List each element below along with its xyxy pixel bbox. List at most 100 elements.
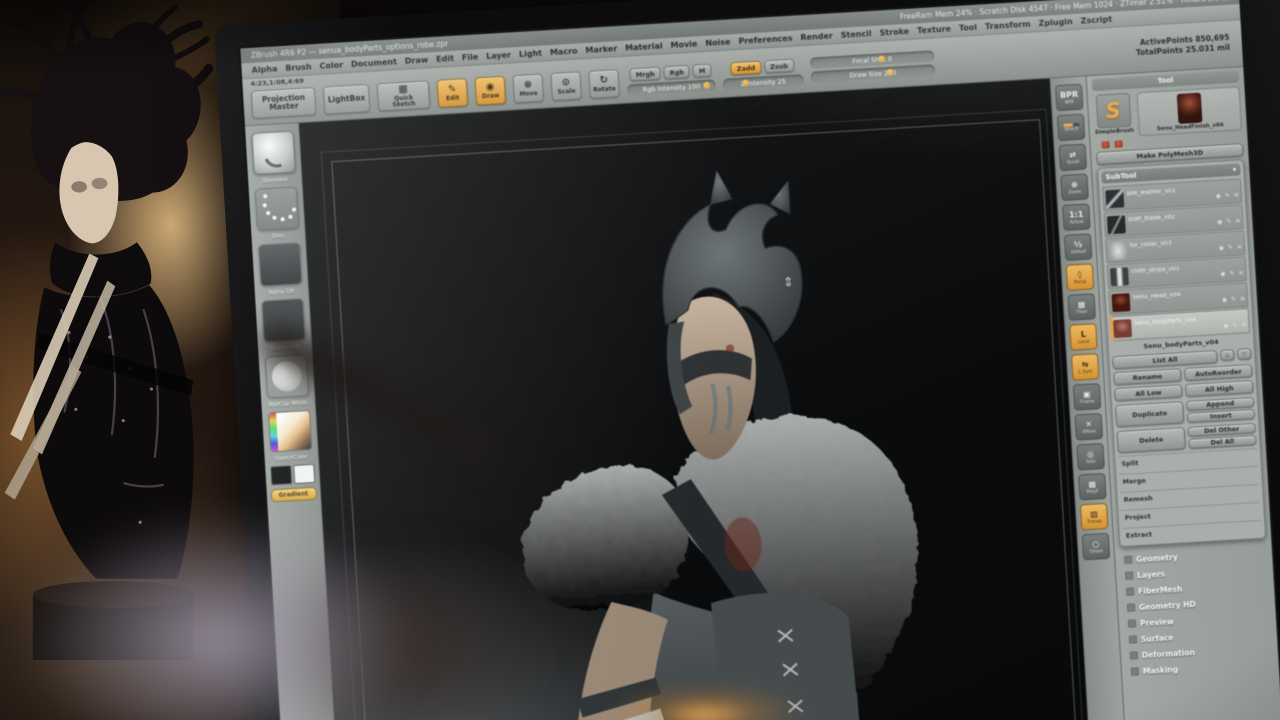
- duplicate-button[interactable]: Duplicate: [1115, 401, 1184, 427]
- menu-document[interactable]: Document: [351, 57, 397, 69]
- subtool-up-button[interactable]: △: [1220, 349, 1235, 361]
- visibility-eye-icon[interactable]: ◉: [1218, 245, 1224, 251]
- actual-size-button[interactable]: 1:1 Actual: [1062, 203, 1090, 231]
- transparency-button[interactable]: ▨ Transp: [1080, 503, 1108, 531]
- move-mode-button[interactable]: ⊕ Move: [512, 74, 544, 104]
- menu-light[interactable]: Light: [519, 49, 543, 59]
- slider-knob[interactable]: [703, 82, 710, 89]
- menu-render[interactable]: Render: [800, 31, 833, 42]
- subtool-down-button[interactable]: ▽: [1237, 348, 1252, 360]
- color-picker[interactable]: [268, 410, 312, 452]
- aahalf-button[interactable]: ½ AAHalf: [1064, 233, 1092, 261]
- current-stroke-thumbnail[interactable]: [254, 186, 298, 230]
- visibility-eye-icon[interactable]: ◉: [1223, 323, 1229, 329]
- menu-macro[interactable]: Macro: [550, 46, 578, 57]
- zadd-button[interactable]: Zadd: [730, 61, 761, 76]
- brush-name-label: Standard: [262, 177, 287, 184]
- menu-zscript[interactable]: Zscript: [1080, 15, 1112, 26]
- rotate-mode-button[interactable]: ↻ Rotate: [588, 69, 620, 99]
- subtool-panel: SubTool ▾ axe_leather_v01 ◉ ✎: [1097, 159, 1266, 547]
- all-low-button[interactable]: All Low: [1114, 384, 1183, 401]
- quick-sketch-button[interactable]: ▦ Quick Sketch: [377, 80, 431, 111]
- visibility-eye-icon[interactable]: ◉: [1222, 297, 1228, 303]
- menu-alpha[interactable]: Alpha: [251, 64, 277, 75]
- current-tool-slot[interactable]: Senu_HeadFinish_v04: [1137, 86, 1242, 136]
- projection-master-button[interactable]: Projection Master: [251, 87, 317, 119]
- polypaint-brush-icon[interactable]: ✎: [1229, 270, 1234, 276]
- zsub-button[interactable]: Zsub: [764, 59, 795, 74]
- layers-icon[interactable]: ≡: [1237, 244, 1242, 250]
- rs-label: Actual: [1069, 219, 1083, 225]
- insert-button[interactable]: Insert: [1187, 409, 1255, 423]
- zoom-icon: ⊕: [1071, 180, 1078, 189]
- solo-button[interactable]: ◎ Solo: [1076, 443, 1104, 471]
- menu-brush[interactable]: Brush: [285, 62, 312, 73]
- rs-label: Local: [1078, 339, 1090, 345]
- bpr-render-button[interactable]: BPR BPR: [1055, 84, 1083, 112]
- hue-strip[interactable]: [269, 413, 278, 451]
- scale-mode-button[interactable]: ⊙ Scale: [550, 71, 582, 101]
- polypaint-brush-icon[interactable]: ✎: [1228, 244, 1233, 250]
- tool-marker-icon[interactable]: [1101, 141, 1109, 148]
- polypaint-brush-icon[interactable]: ✎: [1231, 296, 1236, 302]
- menu-movie[interactable]: Movie: [670, 39, 697, 50]
- menu-draw[interactable]: Draw: [405, 55, 429, 65]
- transparency-icon: ▨: [1090, 509, 1098, 518]
- frame-button[interactable]: ▣ Frame: [1073, 383, 1101, 411]
- edit-mode-button[interactable]: ✎ Edit: [437, 78, 469, 108]
- del-all-button[interactable]: Del All: [1188, 435, 1256, 449]
- menu-edit[interactable]: Edit: [436, 54, 454, 64]
- layers-icon[interactable]: ≡: [1235, 218, 1240, 224]
- floor-grid-icon: ▦: [1077, 299, 1085, 308]
- spix-slider[interactable]: SPix:0: [1057, 114, 1085, 142]
- rename-button[interactable]: Rename: [1113, 368, 1182, 385]
- simple-brush-thumbnail[interactable]: S: [1095, 93, 1131, 129]
- menu-noise[interactable]: Noise: [705, 37, 731, 47]
- polypaint-brush-icon[interactable]: ✎: [1225, 193, 1230, 199]
- perspective-button[interactable]: ◊ Persp: [1066, 263, 1094, 291]
- layers-icon[interactable]: ≡: [1240, 296, 1245, 302]
- menu-layer[interactable]: Layer: [486, 50, 511, 60]
- draw-mode-button[interactable]: ◉ Draw: [475, 76, 507, 106]
- lsym-button[interactable]: ⇆ L.Sym: [1071, 353, 1099, 381]
- menu-material[interactable]: Material: [625, 41, 663, 52]
- ghost-button[interactable]: ○ Ghost: [1082, 533, 1110, 561]
- local-symmetry-button[interactable]: L Local: [1069, 323, 1097, 351]
- visibility-eye-icon[interactable]: ◉: [1220, 271, 1226, 277]
- slider-knob[interactable]: [886, 69, 893, 76]
- autoreorder-button[interactable]: AutoReorder: [1184, 364, 1253, 381]
- rgb-button[interactable]: Rgb: [663, 65, 690, 80]
- menu-tool[interactable]: Tool: [959, 23, 978, 33]
- rgb-intensity-slider[interactable]: Rgb Intensity 100: [627, 79, 715, 95]
- menu-stroke[interactable]: Stroke: [879, 27, 909, 38]
- polyframe-button[interactable]: ▩ PolyF: [1078, 473, 1106, 501]
- mrgb-button[interactable]: Mrgb: [629, 67, 661, 82]
- menu-color[interactable]: Color: [319, 60, 343, 70]
- layers-icon[interactable]: ≡: [1241, 322, 1246, 328]
- visibility-eye-icon[interactable]: ◉: [1217, 219, 1223, 225]
- lightbox-button[interactable]: LightBox: [323, 84, 371, 115]
- menu-zplugin[interactable]: Zplugin: [1038, 17, 1073, 28]
- visibility-eye-icon[interactable]: ◉: [1215, 193, 1221, 199]
- floor-grid-button[interactable]: ▦ Floor: [1067, 293, 1095, 321]
- menu-stencil[interactable]: Stencil: [840, 29, 871, 40]
- current-brush-thumbnail[interactable]: [251, 131, 295, 175]
- layers-icon[interactable]: ≡: [1238, 270, 1243, 276]
- layers-icon[interactable]: ≡: [1234, 192, 1239, 198]
- zoom-button[interactable]: ⊕ Zoom: [1060, 173, 1088, 201]
- all-high-button[interactable]: All High: [1185, 380, 1254, 397]
- delete-button[interactable]: Delete: [1117, 427, 1186, 453]
- menu-transform[interactable]: Transform: [985, 20, 1031, 32]
- polypaint-brush-icon[interactable]: ✎: [1226, 219, 1231, 225]
- menu-marker[interactable]: Marker: [585, 44, 617, 55]
- scroll-button[interactable]: ⇄ Scroll: [1059, 144, 1087, 172]
- current-alpha-thumbnail[interactable]: [258, 242, 302, 286]
- menu-texture[interactable]: Texture: [917, 24, 951, 35]
- menu-preferences[interactable]: Preferences: [738, 34, 793, 46]
- menu-file[interactable]: File: [462, 52, 479, 62]
- xpose-button[interactable]: ✕ XPose: [1075, 413, 1103, 441]
- polypaint-brush-icon[interactable]: ✎: [1232, 322, 1237, 328]
- m-button[interactable]: M: [693, 64, 712, 78]
- tool-marker-icon[interactable]: [1114, 140, 1122, 147]
- z-intensity-slider[interactable]: Z Intensity 25: [723, 74, 804, 90]
